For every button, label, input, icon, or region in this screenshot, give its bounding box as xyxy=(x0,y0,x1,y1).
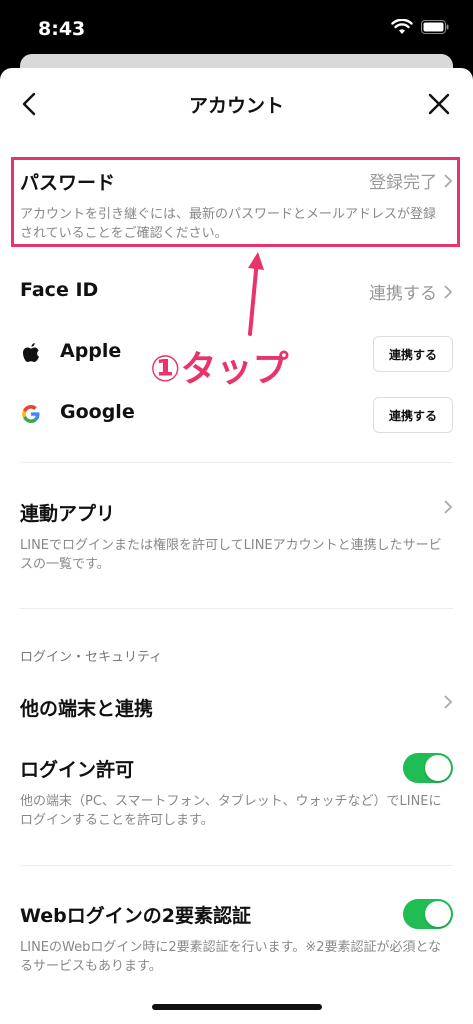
apple-icon xyxy=(23,343,39,362)
google-row: Google 連携する xyxy=(20,397,453,433)
chevron-right-icon xyxy=(444,500,453,514)
battery-icon xyxy=(421,20,449,34)
account-sheet: アカウント パスワード 登録完了 アカウントを引き継ぐには、最新のパスワードとメ… xyxy=(0,68,473,1024)
tap-highlight-box xyxy=(11,157,460,247)
linked-apps-title: 連動アプリ xyxy=(20,503,116,525)
other-devices-title: 他の端末と連携 xyxy=(20,698,154,720)
toggle-knob xyxy=(425,901,451,927)
divider xyxy=(20,462,453,463)
google-link-button[interactable]: 連携する xyxy=(373,397,453,433)
chevron-right-icon xyxy=(444,695,453,709)
status-bar: 8:43 xyxy=(0,0,473,60)
linked-apps-row[interactable]: 連動アプリ LINEでログインまたは権限を許可してLINEアカウントと連携したサ… xyxy=(20,499,453,579)
web-2fa-row: Webログインの2要素認証 LINEのWebログイン時に2要素認証を行います。※… xyxy=(20,899,453,981)
status-icons xyxy=(391,19,449,35)
face-id-action-group: 連携する xyxy=(369,279,453,304)
page-title: アカウント xyxy=(188,95,284,117)
face-id-action: 連携する xyxy=(369,284,437,304)
google-icon xyxy=(22,405,40,423)
toggle-knob xyxy=(425,755,451,781)
wifi-icon xyxy=(391,19,413,34)
status-time: 8:43 xyxy=(38,18,86,40)
web-2fa-description: LINEのWebログイン時に2要素認証を行います。※2要素認証が必須となるサービ… xyxy=(20,940,442,974)
close-icon[interactable] xyxy=(425,90,453,118)
chevron-right-icon xyxy=(444,284,453,299)
divider xyxy=(20,865,453,866)
annotation-tap-label: ①タップ xyxy=(150,349,289,390)
web-2fa-toggle[interactable] xyxy=(403,899,453,929)
annotation-arrow-icon xyxy=(248,252,264,336)
other-devices-chevron-group xyxy=(443,694,453,710)
linked-apps-description: LINEでログインまたは権限を許可してLINEアカウントと連携したサービスの一覧… xyxy=(20,538,442,572)
login-permission-row: ログイン許可 他の端末（PC、スマートフォン、タブレット、ウォッチなど）でLIN… xyxy=(20,753,453,835)
login-permission-description: 他の端末（PC、スマートフォン、タブレット、ウォッチなど）でLINEにログインす… xyxy=(20,794,442,828)
other-devices-row[interactable]: 他の端末と連携 xyxy=(20,694,453,724)
nav-bar: アカウント xyxy=(0,68,473,140)
face-id-row[interactable]: Face ID 連携する xyxy=(20,279,453,309)
login-permission-toggle[interactable] xyxy=(403,753,453,783)
apple-link-button[interactable]: 連携する xyxy=(373,336,453,372)
linked-apps-chevron-group xyxy=(443,499,453,515)
home-indicator xyxy=(152,1004,322,1010)
web-2fa-title: Webログインの2要素認証 xyxy=(20,905,251,927)
section-label-login-security: ログイン・セキュリティ xyxy=(20,650,163,665)
login-permission-title: ログイン許可 xyxy=(20,759,135,781)
divider xyxy=(20,608,453,609)
